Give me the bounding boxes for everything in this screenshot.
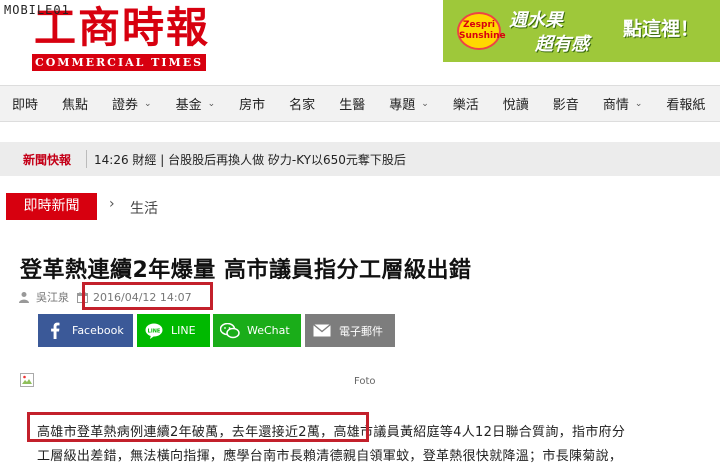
chevron-right-icon: › xyxy=(109,196,115,212)
nav-item-reading[interactable]: 悅讀 xyxy=(491,94,541,113)
nav-item-features[interactable]: 專題 ⌄ xyxy=(377,94,441,113)
text-highlight-box xyxy=(27,412,369,442)
chevron-down-icon: ⌄ xyxy=(421,98,429,109)
nav-item-business[interactable]: 商情 ⌄ xyxy=(591,94,655,113)
nav-item-lifestyle[interactable]: 樂活 xyxy=(441,94,491,113)
site-logo-english: COMMERCIAL TIMES xyxy=(32,54,206,71)
share-line-label: LINE xyxy=(171,324,196,337)
nav-item-stocks[interactable]: 證券 ⌄ xyxy=(100,94,164,113)
nav-item-experts[interactable]: 名家 xyxy=(277,94,327,113)
breaking-news-label: 新聞快報 xyxy=(23,152,72,167)
nav-item-realtime[interactable]: 即時 xyxy=(0,94,50,113)
article-title: 登革熱連續2年爆量 高市議員指分工層級出錯 xyxy=(20,258,472,283)
article-author[interactable]: 吳江泉 xyxy=(36,289,69,305)
share-facebook-button[interactable]: Facebook xyxy=(38,314,133,347)
ad-cta[interactable]: 點這裡！ xyxy=(623,14,699,41)
mail-icon xyxy=(305,324,339,337)
broken-image-icon xyxy=(20,373,34,387)
article-paragraph-line-2: 工層級出差錯，無法橫向指揮，應學台南市長賴清德親自領軍蚊，登革熱很快就降溫；市長… xyxy=(37,449,623,464)
share-email-label: 電子郵件 xyxy=(339,324,383,338)
svg-text:LINE: LINE xyxy=(148,328,161,334)
wechat-icon xyxy=(213,322,247,339)
nav-item-funds[interactable]: 基金 ⌄ xyxy=(164,94,228,113)
breadcrumb-section[interactable]: 即時新聞 xyxy=(6,193,97,220)
facebook-icon xyxy=(38,322,72,339)
user-icon xyxy=(19,292,29,303)
chevron-down-icon: ⌄ xyxy=(144,98,152,109)
site-header: 工商時報 COMMERCIAL TIMES Zespri Sunshine 週水… xyxy=(0,0,720,82)
nav-item-newspaper[interactable]: 看報紙 xyxy=(654,94,717,113)
main-nav: 即時 焦點 證券 ⌄ 基金 ⌄ 房市 名家 生醫 專題 ⌄ 樂活 悅讀 影音 商情 ⌄ … xyxy=(0,85,720,122)
nav-item-biomed[interactable]: 生醫 xyxy=(327,94,377,113)
watermark: MOBILE01 xyxy=(4,3,70,17)
nav-item-focus[interactable]: 焦點 xyxy=(50,94,100,113)
ad-line-2: 超有感 xyxy=(535,34,589,55)
share-wechat-label: WeChat xyxy=(247,324,290,337)
chevron-down-icon: ⌄ xyxy=(634,98,643,109)
nav-item-video[interactable]: 影音 xyxy=(541,94,591,113)
line-icon: LINE xyxy=(137,323,171,339)
chevron-down-icon: ⌄ xyxy=(207,98,216,109)
image-caption: Foto xyxy=(354,376,376,387)
share-line-button[interactable]: LINE LINE xyxy=(137,314,210,347)
ad-brand-badge: Zespri Sunshine xyxy=(457,12,506,50)
divider xyxy=(86,150,87,168)
breaking-news-bar: 新聞快報 14:26 財經 | 台股股后再換人做 矽力-KY以650元奪下股后 xyxy=(0,142,720,176)
share-email-button[interactable]: 電子郵件 xyxy=(305,314,395,347)
share-facebook-label: Facebook xyxy=(72,324,124,337)
breadcrumb-category[interactable]: 生活 xyxy=(130,198,158,218)
ad-line-1: 週水果 xyxy=(509,10,563,31)
date-highlight-box xyxy=(82,282,213,310)
breaking-news-headline[interactable]: 14:26 財經 | 台股股后再換人做 矽力-KY以650元奪下股后 xyxy=(94,151,406,168)
nav-item-housing[interactable]: 房市 xyxy=(227,94,277,113)
ad-banner[interactable]: Zespri Sunshine 週水果 超有感 點這裡！ xyxy=(443,0,720,62)
share-wechat-button[interactable]: WeChat xyxy=(213,314,301,347)
